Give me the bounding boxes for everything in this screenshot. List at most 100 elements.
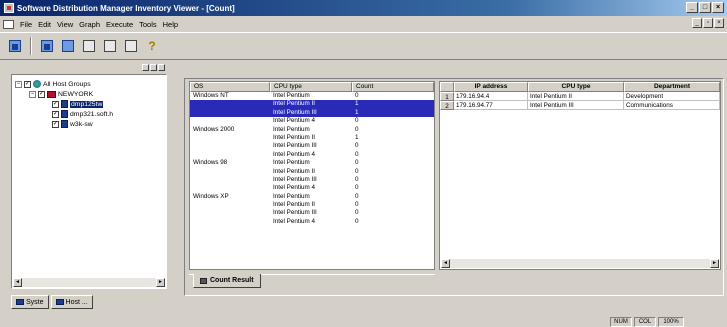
scroll-right-icon[interactable]: ► bbox=[710, 259, 719, 268]
table-row[interactable]: 2 179.16.94.77 Intel Pentium III Communicat… bbox=[440, 101, 720, 110]
chart-icon bbox=[41, 40, 53, 52]
menu-graph[interactable]: Graph bbox=[76, 20, 103, 29]
cpu-type-cell: Intel Pentium II bbox=[273, 167, 315, 175]
close-button[interactable]: × bbox=[712, 2, 724, 13]
checkbox-icon[interactable]: ✓ bbox=[24, 80, 31, 88]
table-row[interactable]: Intel Pentium 4 0 bbox=[190, 184, 434, 192]
table-row[interactable]: Intel Pentium 4 0 bbox=[190, 151, 434, 159]
count-cell: 0 bbox=[355, 167, 359, 175]
column-header-count[interactable]: Count bbox=[352, 82, 434, 92]
count-cell: 0 bbox=[355, 142, 359, 150]
tab-label: Host ... bbox=[65, 298, 88, 306]
cpu-type-cell: Intel Pentium bbox=[273, 159, 310, 167]
tree-node-all-host-groups[interactable]: − ✓ All Host Groups bbox=[12, 79, 166, 89]
count-cell: 1 bbox=[355, 133, 359, 141]
menu-edit[interactable]: Edit bbox=[35, 20, 54, 29]
help-button[interactable]: ? bbox=[143, 37, 161, 55]
tree-node-label: dmp125tw bbox=[70, 100, 104, 108]
table-row[interactable]: Intel Pentium II 0 bbox=[190, 201, 434, 209]
table-row[interactable]: Intel Pentium II 1 bbox=[190, 100, 434, 109]
pane-restore-button[interactable] bbox=[150, 64, 157, 71]
tree-horizontal-scrollbar[interactable]: ◄ ► bbox=[13, 278, 165, 287]
host-detail-header: IP address CPU type Department bbox=[440, 82, 720, 92]
count-grid-header: OS CPU type Count bbox=[190, 82, 434, 92]
column-header-ip-address[interactable]: IP address bbox=[454, 82, 528, 92]
department-cell: Development bbox=[624, 92, 720, 101]
chart-button[interactable] bbox=[38, 37, 56, 55]
tab-label: Syste bbox=[26, 298, 44, 306]
scroll-left-icon[interactable]: ◄ bbox=[441, 259, 450, 268]
table-row[interactable]: 1 179.16.94.4 Intel Pentium II Development bbox=[440, 92, 720, 101]
cpu-type-cell: Intel Pentium bbox=[273, 192, 310, 200]
table-row[interactable]: Windows XP Intel Pentium 0 bbox=[190, 193, 434, 201]
table-row[interactable]: Intel Pentium III 1 bbox=[190, 108, 434, 118]
child-window-controls: _ ▫ × bbox=[692, 18, 724, 28]
list-button[interactable] bbox=[59, 37, 77, 55]
app-icon bbox=[4, 3, 14, 13]
tree-pane-header bbox=[11, 64, 167, 73]
tree-node-w3k-sw[interactable]: ✓ w3k-sw bbox=[12, 119, 166, 129]
child-minimize-button[interactable]: _ bbox=[692, 18, 702, 28]
os-cell bbox=[190, 100, 270, 108]
table-row[interactable]: Intel Pentium III 0 bbox=[190, 209, 434, 217]
count-cell: 0 bbox=[355, 150, 359, 158]
save-button[interactable] bbox=[122, 37, 140, 55]
report-button[interactable] bbox=[6, 37, 24, 55]
table-row[interactable]: Intel Pentium III 0 bbox=[190, 142, 434, 150]
print-button[interactable] bbox=[101, 37, 119, 55]
checkbox-icon[interactable]: ✓ bbox=[52, 100, 59, 108]
status-zoom: 100% bbox=[658, 317, 684, 327]
table-row[interactable]: Intel Pentium II 1 bbox=[190, 134, 434, 142]
host-detail-horizontal-scrollbar[interactable]: ◄ ► bbox=[441, 259, 719, 268]
collapse-icon[interactable]: − bbox=[15, 80, 22, 88]
table-row[interactable]: Windows 2000 Intel Pentium 0 bbox=[190, 126, 434, 134]
table-row[interactable]: Intel Pentium II 0 bbox=[190, 168, 434, 176]
pane-minimize-button[interactable] bbox=[142, 64, 149, 71]
column-header-department[interactable]: Department bbox=[624, 82, 720, 92]
window-controls: _ □ × bbox=[686, 2, 724, 13]
column-header-os[interactable]: OS bbox=[190, 82, 270, 92]
table-row[interactable]: Windows NT Intel Pentium 0 bbox=[190, 92, 434, 100]
menu-execute[interactable]: Execute bbox=[103, 20, 136, 29]
tree-node-newyork[interactable]: − ✓ NEWYORK bbox=[12, 89, 166, 99]
collapse-icon[interactable]: − bbox=[29, 90, 36, 98]
menu-help[interactable]: Help bbox=[160, 20, 181, 29]
os-cell bbox=[190, 151, 270, 159]
checkbox-icon[interactable]: ✓ bbox=[38, 90, 45, 98]
scroll-right-icon[interactable]: ► bbox=[156, 278, 165, 287]
menu-file[interactable]: File bbox=[17, 20, 35, 29]
column-header-cpu-type[interactable]: CPU type bbox=[528, 82, 624, 92]
table-button[interactable] bbox=[80, 37, 98, 55]
minimize-button[interactable]: _ bbox=[686, 2, 698, 13]
cpu-type-cell: Intel Pentium II bbox=[273, 201, 315, 209]
toolbar-separator bbox=[30, 37, 32, 55]
print-icon bbox=[104, 40, 116, 52]
cpu-type-cell: Intel Pentium 4 bbox=[273, 184, 316, 192]
menu-tools[interactable]: Tools bbox=[136, 20, 160, 29]
computer-icon bbox=[61, 100, 68, 108]
cpu-type-cell: Intel Pentium III bbox=[273, 209, 317, 217]
tree-node-dmp125tw[interactable]: ✓ dmp125tw bbox=[12, 99, 166, 109]
maximize-button[interactable]: □ bbox=[699, 2, 711, 13]
cpu-type-cell: Intel Pentium 4 bbox=[273, 150, 316, 158]
table-row[interactable]: Windows 98 Intel Pentium 0 bbox=[190, 159, 434, 167]
document-icon[interactable] bbox=[3, 19, 14, 29]
tab-host[interactable]: Host ... bbox=[50, 295, 93, 309]
child-restore-button[interactable]: ▫ bbox=[703, 18, 713, 28]
tree-node-dmp321[interactable]: ✓ dmp321.soft.h bbox=[12, 109, 166, 119]
scroll-left-icon[interactable]: ◄ bbox=[13, 278, 22, 287]
checkbox-icon[interactable]: ✓ bbox=[52, 120, 59, 128]
status-bar: NUM COL 100% bbox=[0, 315, 727, 327]
menu-view[interactable]: View bbox=[54, 20, 76, 29]
pane-close-button[interactable] bbox=[158, 64, 165, 71]
cpu-type-cell: Intel Pentium III bbox=[528, 101, 624, 110]
tab-system[interactable]: Syste bbox=[11, 295, 49, 309]
child-close-button[interactable]: × bbox=[714, 18, 724, 28]
table-row[interactable]: Intel Pentium III 0 bbox=[190, 176, 434, 184]
column-header-cpu-type[interactable]: CPU type bbox=[270, 82, 352, 92]
table-row[interactable]: Intel Pentium 4 0 bbox=[190, 218, 434, 226]
checkbox-icon[interactable]: ✓ bbox=[52, 110, 59, 118]
table-row[interactable]: Intel Pentium 4 0 bbox=[190, 117, 434, 125]
host-group-icon bbox=[47, 90, 56, 98]
tab-count-result[interactable]: Count Result bbox=[193, 274, 261, 288]
